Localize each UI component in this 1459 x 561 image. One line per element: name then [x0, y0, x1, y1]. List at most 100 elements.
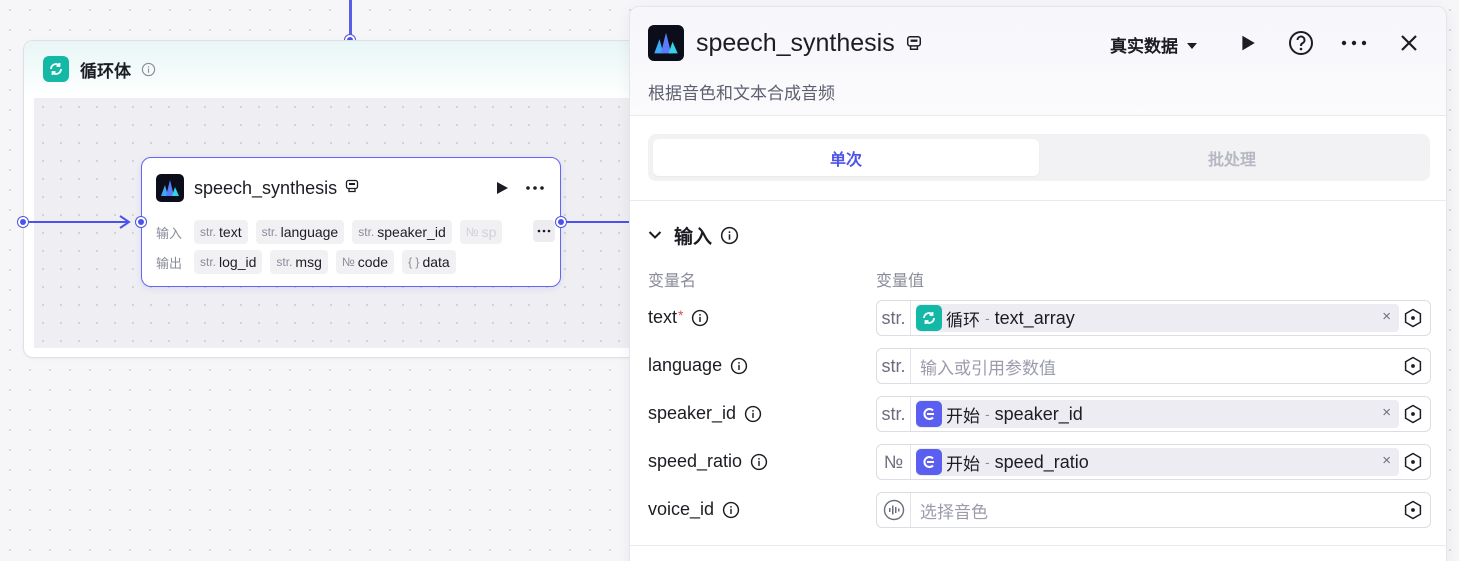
info-icon[interactable]: [722, 501, 740, 519]
panel-header: speech_synthesis 根据音色和文本合成音频 真实数据: [630, 7, 1446, 116]
output-chip-data: { } data: [402, 250, 456, 274]
close-icon[interactable]: [1395, 29, 1423, 57]
help-icon[interactable]: [1287, 29, 1315, 57]
variable-picker-icon[interactable]: [1403, 356, 1423, 376]
column-header-name: 变量名: [648, 273, 697, 290]
ref-source: 开始: [946, 406, 980, 426]
clear-icon[interactable]: ×: [1382, 452, 1391, 469]
divider: [630, 200, 1446, 201]
speech-synthesis-node[interactable]: speech_synthesis 输入 str. text str. languag…: [141, 157, 561, 287]
required-mark: *: [678, 307, 684, 323]
info-icon[interactable]: [720, 226, 739, 245]
output-chip-code: № code: [335, 250, 395, 274]
loop-icon: [916, 305, 942, 331]
panel-description: 根据音色和文本合成音频: [648, 84, 835, 103]
start-node-icon: [916, 449, 942, 475]
run-mode-tabs: 单次 批处理: [648, 134, 1430, 181]
tab-single[interactable]: 单次: [653, 139, 1039, 176]
param-field-language[interactable]: str. 输入或引用参数值: [876, 348, 1431, 384]
variable-picker-icon[interactable]: [1403, 452, 1423, 472]
type-indicator: str.: [877, 301, 911, 335]
node-output-port[interactable]: [556, 217, 566, 227]
info-icon[interactable]: [750, 453, 768, 471]
variable-reference[interactable]: 循环 - text_array ×: [916, 304, 1399, 332]
edge-out-of-node: [566, 221, 629, 223]
loop-input-port[interactable]: [18, 217, 28, 227]
clear-icon[interactable]: ×: [1382, 404, 1391, 421]
variable-picker-icon[interactable]: [1403, 308, 1423, 328]
variable-reference[interactable]: 开始 - speed_ratio ×: [916, 448, 1399, 476]
param-label-speed-ratio: speed_ratio: [648, 451, 768, 472]
field-placeholder: 选择音色: [920, 502, 988, 522]
more-options-icon[interactable]: [1340, 29, 1368, 57]
column-header-value: 变量值: [876, 273, 925, 290]
ref-separator: -: [985, 406, 990, 422]
ref-variable: speaker_id: [994, 403, 1083, 424]
param-label-language: language: [648, 355, 748, 376]
arrow-head-icon: [119, 215, 131, 229]
run-node-icon[interactable]: [494, 180, 510, 201]
type-indicator: str.: [877, 349, 911, 383]
speech-logo-icon: [156, 174, 184, 202]
node-output-row: 输出 str. log_id str. msg № code { } data: [156, 250, 464, 274]
variable-picker-icon[interactable]: [1403, 404, 1423, 424]
info-icon[interactable]: [691, 309, 709, 327]
chevron-down-icon: [1186, 35, 1198, 55]
param-field-text[interactable]: str. 循环 - text_array ×: [876, 300, 1431, 336]
node-title: speech_synthesis: [194, 177, 338, 198]
loop-icon: [43, 56, 69, 82]
ref-separator: -: [985, 454, 990, 470]
param-label-speaker-id: speaker_id: [648, 403, 762, 424]
more-inputs-icon[interactable]: [533, 220, 555, 242]
plugin-badge-icon: [345, 179, 359, 198]
tab-batch[interactable]: 批处理: [1039, 139, 1425, 176]
node-input-row: 输入 str. text str. language str. speaker_id …: [156, 220, 555, 244]
output-label: 输出: [156, 255, 183, 271]
output-chip-log-id: str. log_id: [194, 250, 263, 274]
input-label: 输入: [156, 225, 183, 241]
chevron-down-icon[interactable]: [648, 227, 662, 245]
voice-waveform-icon: [877, 493, 911, 527]
node-config-panel: speech_synthesis 根据音色和文本合成音频 真实数据 单次 批处理: [629, 6, 1447, 561]
output-chip-msg: str. msg: [270, 250, 328, 274]
info-icon[interactable]: [730, 357, 748, 375]
node-input-port[interactable]: [136, 217, 146, 227]
ref-source: 开始: [946, 454, 980, 474]
panel-title[interactable]: speech_synthesis: [696, 29, 895, 58]
param-label-text: text *: [648, 307, 709, 328]
ref-variable: text_array: [994, 307, 1075, 328]
edge-into-node: [28, 221, 128, 223]
param-field-speed-ratio[interactable]: № 开始 - speed_ratio ×: [876, 444, 1431, 480]
input-chip-overflow: № sp: [459, 220, 503, 244]
input-chip-speaker-id: str. speaker_id: [352, 220, 452, 244]
start-node-icon: [916, 401, 942, 427]
loop-header: 循环体: [24, 41, 662, 97]
info-icon[interactable]: [141, 62, 156, 77]
type-indicator: №: [877, 445, 911, 479]
input-chip-text: str. text: [194, 220, 248, 244]
field-placeholder: 输入或引用参数值: [920, 358, 1056, 378]
info-icon[interactable]: [744, 405, 762, 423]
type-indicator: str.: [877, 397, 911, 431]
variable-reference[interactable]: 开始 - speaker_id ×: [916, 400, 1399, 428]
section-title: 输入: [674, 227, 713, 248]
ref-source: 循环: [946, 310, 980, 330]
ref-variable: speed_ratio: [994, 451, 1089, 472]
param-label-voice-id: voice_id: [648, 499, 740, 520]
loop-title: 循环体: [80, 61, 131, 81]
plugin-badge-icon: [906, 35, 922, 56]
top-connector-line: [349, 0, 352, 40]
speech-logo-icon: [648, 25, 684, 61]
ref-separator: -: [985, 310, 990, 326]
variable-picker-icon[interactable]: [1403, 500, 1423, 520]
run-icon[interactable]: [1234, 29, 1262, 57]
data-mode-label: 真实数据: [1110, 37, 1178, 56]
data-mode-dropdown[interactable]: 真实数据: [1110, 32, 1198, 57]
divider: [630, 545, 1446, 546]
param-field-speaker-id[interactable]: str. 开始 - speaker_id ×: [876, 396, 1431, 432]
input-section-header[interactable]: 输入: [648, 222, 739, 249]
clear-icon[interactable]: ×: [1382, 308, 1391, 325]
input-chip-language: str. language: [255, 220, 345, 244]
node-more-icon[interactable]: [524, 180, 546, 201]
param-field-voice-id[interactable]: 选择音色: [876, 492, 1431, 528]
